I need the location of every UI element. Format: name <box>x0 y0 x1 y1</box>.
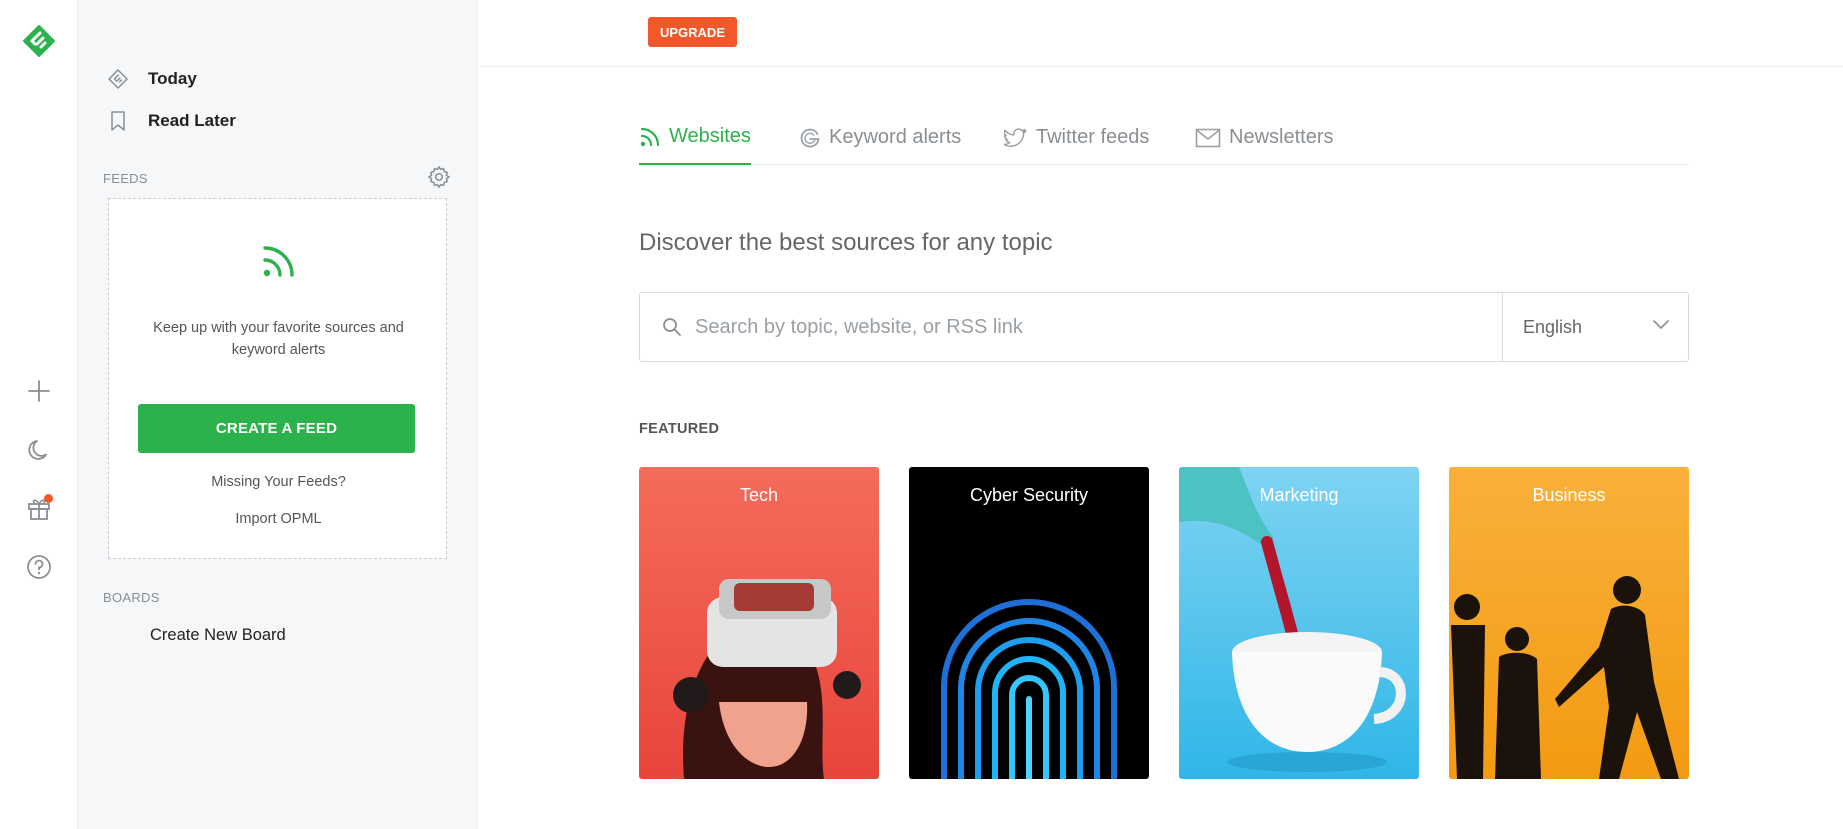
rss-icon <box>639 126 661 148</box>
import-opml-link[interactable]: Import OPML <box>129 511 428 527</box>
nav-item-today[interactable]: Today <box>106 61 197 97</box>
missing-feeds-link[interactable]: Missing Your Feeds? <box>129 474 428 490</box>
tab-newsletters-label: Newsletters <box>1229 126 1334 148</box>
feedly-logo-icon[interactable] <box>0 16 78 66</box>
featured-topic-business[interactable]: Business <box>1449 467 1689 779</box>
tab-twitter-feeds-label: Twitter feeds <box>1036 126 1150 148</box>
tab-websites-label: Websites <box>669 125 751 147</box>
source-type-tabs: Websites Keyword alerts Twitter feeds Ne… <box>639 116 1689 165</box>
mail-icon <box>1195 128 1221 148</box>
search-icon <box>663 318 681 336</box>
search-input[interactable] <box>695 307 1495 347</box>
business-image <box>1449 467 1689 779</box>
notification-badge <box>44 494 53 503</box>
tab-keyword-alerts[interactable]: Keyword alerts <box>799 116 961 165</box>
plus-icon <box>28 380 50 402</box>
discover-headline: Discover the best sources for any topic <box>639 229 1053 256</box>
twitter-icon <box>1004 127 1028 149</box>
nav-today-label: Today <box>148 69 197 88</box>
tab-newsletters[interactable]: Newsletters <box>1195 116 1333 165</box>
nav-item-read-later[interactable]: Read Later <box>106 103 236 139</box>
bookmark-icon <box>106 109 130 133</box>
search-box: English <box>639 292 1689 362</box>
top-bar: UPGRADE <box>479 0 1843 67</box>
topic-title: Marketing <box>1259 485 1339 505</box>
moon-icon <box>28 440 47 460</box>
topic-title: Cyber Security <box>969 485 1089 505</box>
language-select[interactable]: English <box>1502 293 1688 361</box>
language-value: English <box>1523 316 1583 337</box>
boards-section-label: BOARDS <box>103 590 160 605</box>
today-icon <box>106 67 130 91</box>
fingerprint-image <box>909 467 1149 779</box>
theme-toggle-button[interactable] <box>0 426 78 474</box>
rss-icon <box>263 246 294 277</box>
featured-topic-tech[interactable]: Tech <box>639 467 879 779</box>
featured-topic-cyber-security[interactable]: Cyber Security <box>909 467 1149 779</box>
chevron-down-icon <box>1653 320 1669 329</box>
help-circle-icon <box>27 555 51 579</box>
topic-title: Business <box>1532 485 1606 505</box>
create-feed-button[interactable]: CREATE A FEED <box>138 404 415 453</box>
nav-read-later-label: Read Later <box>148 111 236 130</box>
featured-topic-marketing[interactable]: Marketing <box>1179 467 1419 779</box>
add-content-button[interactable] <box>0 367 78 415</box>
create-new-board-link[interactable]: Create New Board <box>150 626 286 645</box>
gift-button[interactable] <box>0 484 78 532</box>
teacup-image <box>1179 467 1419 779</box>
feeds-section-label: FEEDS <box>103 171 148 186</box>
gear-icon <box>428 166 450 188</box>
icon-rail <box>0 0 78 829</box>
navigation-sidebar: Today Read Later FEEDS Keep up with your… <box>78 0 478 829</box>
empty-feeds-card: Keep up with your favorite sources and k… <box>108 198 447 559</box>
tab-keyword-alerts-label: Keyword alerts <box>829 126 962 148</box>
empty-feeds-text: Keep up with your favorite sources and k… <box>153 320 404 358</box>
feeds-settings-button[interactable] <box>426 164 452 190</box>
google-icon <box>799 127 821 149</box>
upgrade-button[interactable]: UPGRADE <box>648 17 737 47</box>
help-button[interactable] <box>0 543 78 591</box>
tab-websites[interactable]: Websites <box>639 116 751 165</box>
topic-title: Tech <box>739 485 779 505</box>
featured-label: FEATURED <box>639 421 720 437</box>
tech-image <box>639 467 879 779</box>
tab-twitter-feeds[interactable]: Twitter feeds <box>1004 116 1149 165</box>
